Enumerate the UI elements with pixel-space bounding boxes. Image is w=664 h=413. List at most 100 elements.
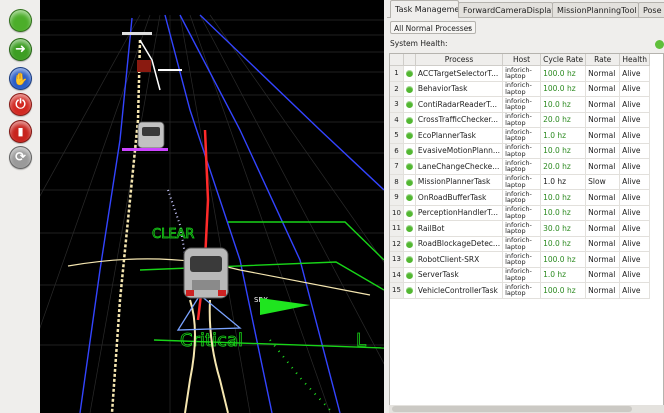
- health-cell: Alive: [619, 220, 651, 237]
- cycle-rate-cell: 10.0 hz: [540, 236, 587, 252]
- ego-vehicle: [183, 247, 229, 299]
- table-row[interactable]: 13 RobotClient-SRX inforich-laptop 100.0 hz…: [390, 251, 651, 268]
- table-row[interactable]: 1 ACCTargetSelectorT... inforich-laptop 100…: [390, 65, 651, 82]
- pause-hand-button[interactable]: ✋: [9, 67, 32, 90]
- scene-canvas: CLEAR Critical L SRX: [40, 14, 384, 413]
- heading-arrow: [260, 298, 310, 315]
- row-number: 1: [390, 65, 404, 82]
- refresh-button[interactable]: ⟳: [9, 146, 32, 169]
- health-cell: Alive: [619, 143, 651, 159]
- host-cell: inforich-laptop: [502, 189, 542, 206]
- table-row[interactable]: 15 VehicleControllerTask inforich-laptop 10…: [390, 282, 651, 299]
- col-header-rate[interactable]: Rate: [585, 54, 621, 66]
- power-button[interactable]: ⏻: [9, 93, 32, 116]
- delete-button[interactable]: ▮: [9, 120, 32, 143]
- lead-vehicle: [122, 121, 168, 151]
- rate-cell: Normal: [585, 143, 621, 159]
- cycle-rate-cell: 1.0 hz: [540, 174, 587, 190]
- process-cell: EcoPlannerTask: [415, 127, 504, 144]
- 3d-viewport[interactable]: CLEAR Critical L SRX: [40, 0, 384, 413]
- go-button[interactable]: [9, 9, 32, 32]
- host-cell: inforich-laptop: [502, 143, 542, 159]
- process-cell: BehaviorTask: [415, 81, 504, 97]
- far-object-red: [137, 60, 151, 72]
- cycle-rate-cell: 100.0 hz: [540, 282, 587, 299]
- table-row[interactable]: 2 BehaviorTask inforich-laptop 100.0 hz Norm…: [390, 81, 651, 97]
- rate-cell: Normal: [585, 127, 621, 144]
- rate-cell: Normal: [585, 81, 621, 97]
- process-cell: LaneChangeChecke...: [415, 158, 504, 175]
- process-cell: RailBot: [415, 220, 504, 237]
- ground-grid: [40, 14, 384, 413]
- far-marker: [158, 69, 182, 71]
- table-row[interactable]: 9 OnRoadBufferTask inforich-laptop 10.0 hz N…: [390, 189, 651, 206]
- cycle-rate-cell: 1.0 hz: [540, 127, 587, 144]
- status-dot-icon: [405, 240, 413, 248]
- row-number: 11: [390, 220, 404, 237]
- health-cell: Alive: [619, 205, 651, 221]
- horizontal-scrollbar[interactable]: [389, 405, 664, 413]
- status-cell: [403, 282, 416, 299]
- col-header-health[interactable]: Health: [619, 54, 651, 66]
- col-header-host[interactable]: Host: [502, 54, 542, 66]
- status-dot-icon: [405, 147, 413, 155]
- health-cell: Alive: [619, 267, 651, 283]
- status-cell: [403, 65, 416, 82]
- table-row[interactable]: 14 ServerTask inforich-laptop 1.0 hz Normal A…: [390, 267, 651, 283]
- host-cell: inforich-laptop: [502, 65, 542, 82]
- rate-cell: Normal: [585, 189, 621, 206]
- rate-cell: Normal: [585, 96, 621, 113]
- col-header-status: [403, 54, 416, 66]
- table-row[interactable]: 6 EvasiveMotionPlann... inforich-laptop 10.…: [390, 143, 651, 159]
- row-number: 2: [390, 81, 404, 97]
- host-cell: inforich-laptop: [502, 112, 542, 128]
- left-toolbar: ➜ ✋ ⏻ ▮ ⟳: [0, 0, 40, 413]
- tab-bar: Task Management ForwardCameraDisplay Mis…: [387, 0, 664, 18]
- process-filter-value: All Normal Processes: [394, 24, 473, 33]
- cycle-rate-cell: 100.0 hz: [540, 65, 587, 82]
- table-row[interactable]: 7 LaneChangeChecke... inforich-laptop 20.0 …: [390, 158, 651, 175]
- row-number: 5: [390, 127, 404, 144]
- status-dot-icon: [405, 194, 413, 202]
- status-dot-icon: [405, 163, 413, 171]
- lane-dotted-blue: [167, 189, 187, 261]
- health-cell: Alive: [619, 189, 651, 206]
- scrollbar-thumb[interactable]: [392, 406, 632, 412]
- table-row[interactable]: 11 RailBot inforich-laptop 30.0 hz Normal Ali…: [390, 220, 651, 237]
- process-filter-select[interactable]: All Normal Processes ▾: [390, 21, 476, 34]
- table-row[interactable]: 8 MissionPlannerTask inforich-laptop 1.0 hz…: [390, 174, 651, 190]
- status-dot-icon: [405, 85, 413, 93]
- status-dot-icon: [405, 225, 413, 233]
- tab-mission-planning-tool[interactable]: MissionPlanningTool: [552, 2, 639, 17]
- chevron-down-icon: ▾: [467, 25, 471, 32]
- status-dot-icon: [405, 271, 413, 279]
- table-row[interactable]: 5 EcoPlannerTask inforich-laptop 1.0 hz Norm…: [390, 127, 651, 144]
- host-cell: inforich-laptop: [502, 127, 542, 144]
- status-dot-icon: [405, 101, 413, 109]
- cycle-rate-cell: 100.0 hz: [540, 81, 587, 97]
- status-cell: [403, 143, 416, 159]
- status-cell: [403, 81, 416, 97]
- table-body: 1 ACCTargetSelectorT... inforich-laptop 100…: [390, 65, 651, 299]
- process-cell: OnRoadBufferTask: [415, 189, 504, 206]
- power-icon: ⏻: [15, 97, 26, 112]
- status-cell: [403, 174, 416, 190]
- table-row[interactable]: 10 PerceptionHandlerT... inforich-laptop 10…: [390, 205, 651, 221]
- col-header-process[interactable]: Process: [415, 54, 504, 66]
- tab-pose[interactable]: Pose: [638, 2, 664, 17]
- table-row[interactable]: 12 RoadBlockageDetec... inforich-laptop 10.…: [390, 236, 651, 252]
- process-cell: ContiRadarReaderT...: [415, 96, 504, 113]
- table-row[interactable]: 4 CrossTrafficChecker... inforich-laptop 20…: [390, 112, 651, 128]
- table-row[interactable]: 3 ContiRadarReaderT... inforich-laptop 10.0…: [390, 96, 651, 113]
- process-cell: ServerTask: [415, 267, 504, 283]
- forward-button[interactable]: ➜: [9, 38, 32, 61]
- health-cell: Alive: [619, 158, 651, 175]
- health-cell: Alive: [619, 174, 651, 190]
- row-number: 6: [390, 143, 404, 159]
- col-header-cycle-rate[interactable]: Cycle Rate: [540, 54, 587, 66]
- row-number: 8: [390, 174, 404, 190]
- tab-forward-camera-display[interactable]: ForwardCameraDisplay: [458, 2, 556, 17]
- tab-task-management[interactable]: Task Management: [390, 0, 468, 18]
- rate-cell: Normal: [585, 158, 621, 175]
- process-table: Process Host Cycle Rate Rate Health 1 ACC…: [389, 53, 664, 408]
